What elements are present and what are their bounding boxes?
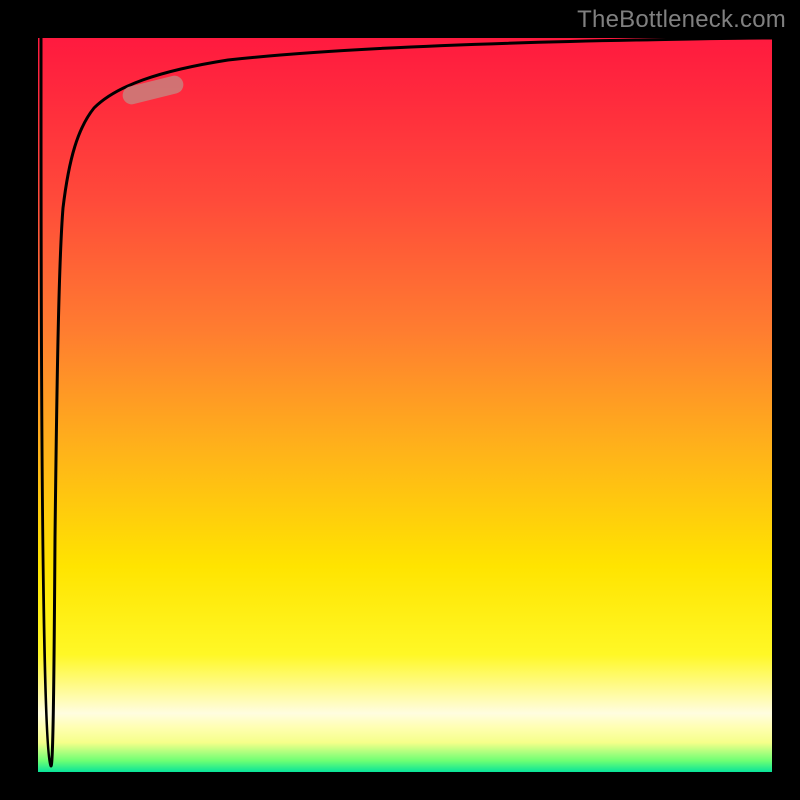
chart-canvas: TheBottleneck.com xyxy=(0,0,800,800)
gradient-plot-area xyxy=(38,38,772,772)
watermark-text: TheBottleneck.com xyxy=(577,6,786,34)
